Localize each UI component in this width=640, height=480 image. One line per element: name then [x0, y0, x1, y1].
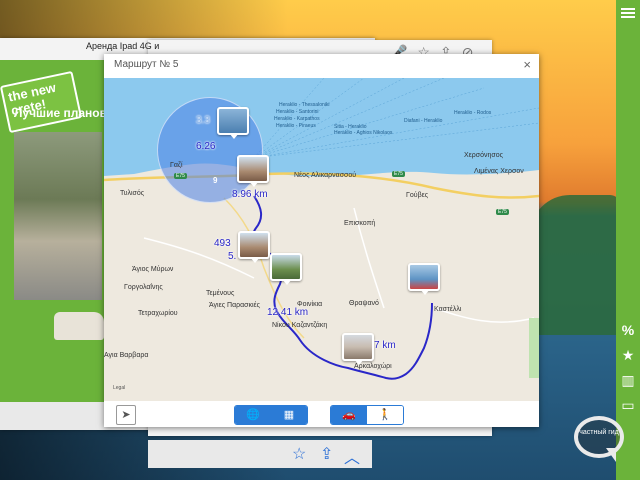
map-type-toggle: 🌐 ▦	[234, 405, 308, 425]
map-icon[interactable]: ▥	[620, 372, 636, 388]
ferry-label: Diafani - Heraklio	[404, 118, 443, 124]
route-map[interactable]: Heraklio - Thessaloniki Heraklio - Santo…	[104, 78, 539, 401]
star-icon[interactable]: ★	[620, 347, 636, 363]
route-dialog: Маршрут № 5 × Heraklio - Thessaloniki He…	[104, 54, 539, 427]
ferry-label: Heraklio - Aghios Nikolaos	[334, 130, 393, 136]
place-label: Γούβες	[406, 192, 429, 199]
place-label: Τετραχωρίου	[138, 310, 178, 317]
page-icon[interactable]: ▭	[620, 397, 636, 413]
ferry-label: Heraklio - Thessaloniki	[279, 102, 330, 108]
dialog-footer: ➤ 🌐 ▦ 🚗 🚶	[104, 401, 539, 427]
collapse-up-icon[interactable]: ︿	[344, 444, 360, 468]
route-distance-label: 7 km	[374, 340, 396, 351]
ferry-label: Heraklio - Rodos	[454, 110, 492, 116]
satellite-view-globe-icon[interactable]: 🌐	[235, 406, 271, 424]
ferry-label: Heraklio - Piraeus	[276, 123, 316, 129]
guide-bubble-icon[interactable]	[574, 416, 624, 458]
legal-link[interactable]: Legal	[113, 385, 125, 391]
road-badge: E75	[496, 209, 509, 215]
photo-pin[interactable]	[342, 333, 374, 365]
place-label: Γοργολαΐνης	[124, 284, 163, 291]
share-icon[interactable]: ⇪	[320, 444, 333, 464]
route-distance-label: 5.	[228, 251, 237, 262]
place-label: Λιμένας Χερσον	[474, 168, 524, 175]
browser-card-title: Аренда Ipad 4G и	[86, 41, 160, 51]
photo-pin[interactable]	[408, 263, 440, 295]
road-badge: E75	[174, 173, 187, 179]
place-label: Άγιος Μύρων	[132, 266, 174, 273]
site-logo[interactable]: the new crete!	[0, 70, 83, 134]
photo-pin[interactable]	[237, 155, 269, 187]
site-photo[interactable]	[14, 132, 104, 340]
cluster-count: 9	[213, 176, 218, 185]
standard-map-icon[interactable]: ▦	[271, 406, 307, 424]
route-distance-label: 493	[214, 238, 231, 249]
menu-icon[interactable]	[620, 6, 636, 22]
car-image	[54, 312, 104, 340]
walk-mode-icon[interactable]: 🚶	[367, 406, 403, 424]
right-toolbar: % ★ ▥ ▭	[616, 0, 640, 480]
locate-me-icon[interactable]: ➤	[116, 405, 136, 425]
close-icon[interactable]: ×	[523, 57, 531, 72]
route-distance-label: 3.3	[196, 115, 210, 126]
place-label: Τεμένους	[206, 290, 235, 297]
route-distance-label: 12.41 km	[267, 307, 309, 318]
favorite-star-icon[interactable]: ☆	[292, 444, 306, 464]
guide-bubble-text: частный гид	[579, 429, 619, 436]
route-distance-label: 6.26	[196, 141, 216, 152]
place-label: Νέος Αλικαρνασσού	[294, 172, 357, 179]
photo-pin[interactable]	[217, 107, 249, 139]
route-distance-label: 8.96 km	[232, 189, 268, 200]
place-label: Άγιες Παρασκιές	[209, 302, 261, 309]
place-label: Χερσόνησος	[464, 152, 503, 159]
site-heading: Лучшие плановы	[14, 106, 118, 120]
guide-bubble-tail	[606, 448, 616, 462]
place-label: Αγια Βαρβαρα	[104, 352, 149, 359]
place-label: Γαζί	[170, 162, 183, 169]
bottom-toolbar: ☆ ⇪ ︿	[148, 440, 372, 468]
travel-mode-toggle: 🚗 🚶	[330, 405, 404, 425]
place-label: Νίκου Καζαντζάκη	[272, 322, 328, 329]
ferry-label: Heraklio - Karpathos	[274, 116, 320, 122]
place-label: Τυλισός	[120, 190, 145, 197]
dialog-title: Маршрут № 5	[114, 59, 179, 70]
road-badge: E75	[392, 171, 405, 177]
photo-pin[interactable]	[270, 253, 302, 285]
ferry-label: Heraklio - Santorini	[276, 109, 319, 115]
place-label: Θραψανό	[349, 300, 379, 307]
place-label: Επισκοπή	[344, 220, 376, 227]
photo-pin[interactable]	[238, 231, 270, 263]
percent-icon[interactable]: %	[620, 322, 636, 338]
car-mode-icon[interactable]: 🚗	[331, 406, 367, 424]
place-label: Καστέλλι	[434, 306, 462, 313]
